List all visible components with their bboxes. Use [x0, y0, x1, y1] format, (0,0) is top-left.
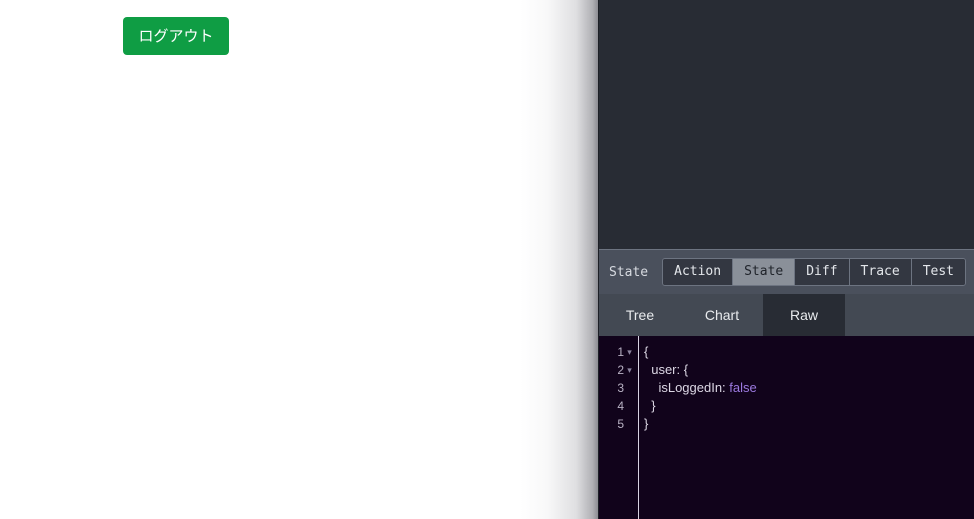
fold-caret-icon[interactable]: ▾	[624, 361, 635, 379]
code-line: isLoggedIn: false	[644, 379, 974, 397]
monitor-tab-group: Action State Diff Trace Test	[662, 258, 966, 286]
monitor-tab-state[interactable]: State	[733, 259, 795, 285]
monitor-tab-test[interactable]: Test	[912, 259, 965, 285]
gutter-row: 3	[599, 379, 638, 397]
code-line: user: {	[644, 361, 974, 379]
code-text: isLoggedIn:	[644, 380, 729, 395]
state-view-subtab-bar: Tree Chart Raw	[599, 294, 974, 336]
gutter-row: 1 ▾	[599, 343, 638, 361]
monitor-tab-action[interactable]: Action	[663, 259, 733, 285]
subtab-raw[interactable]: Raw	[763, 294, 845, 336]
line-number: 1	[617, 343, 624, 361]
gutter-row: 4	[599, 397, 638, 415]
panel-drop-shadow	[520, 0, 598, 519]
logout-button[interactable]: ログアウト	[123, 17, 229, 55]
fold-caret-icon[interactable]: ▾	[624, 343, 635, 361]
gutter-row: 2 ▾	[599, 361, 638, 379]
editor-gutter: 1 ▾ 2 ▾ 3 4 5	[599, 336, 638, 519]
line-number: 4	[617, 397, 624, 415]
subtab-tree[interactable]: Tree	[599, 294, 681, 336]
devtools-monitor-header: State Action State Diff Trace Test	[599, 249, 974, 294]
code-text: }	[644, 416, 648, 431]
gutter-divider	[638, 336, 639, 519]
code-line: }	[644, 415, 974, 433]
code-text: {	[644, 344, 648, 359]
monitor-title: State	[609, 265, 648, 280]
line-number: 5	[617, 415, 624, 433]
monitor-tab-diff[interactable]: Diff	[795, 259, 849, 285]
subtab-chart[interactable]: Chart	[681, 294, 763, 336]
redux-devtools-panel: State Action State Diff Trace Test Tree …	[598, 0, 974, 519]
raw-state-editor[interactable]: 1 ▾ 2 ▾ 3 4 5 { user: {	[599, 336, 974, 519]
code-line: }	[644, 397, 974, 415]
gutter-row: 5	[599, 415, 638, 433]
line-number: 3	[617, 379, 624, 397]
code-text: }	[644, 398, 656, 413]
code-text: user: {	[644, 362, 688, 377]
line-number: 2	[617, 361, 624, 379]
devtools-upper-blank-area	[599, 0, 974, 249]
code-value-boolean: false	[729, 380, 756, 395]
code-line: {	[644, 343, 974, 361]
monitor-tab-trace[interactable]: Trace	[850, 259, 912, 285]
editor-code-area[interactable]: { user: { isLoggedIn: false } }	[638, 336, 974, 519]
